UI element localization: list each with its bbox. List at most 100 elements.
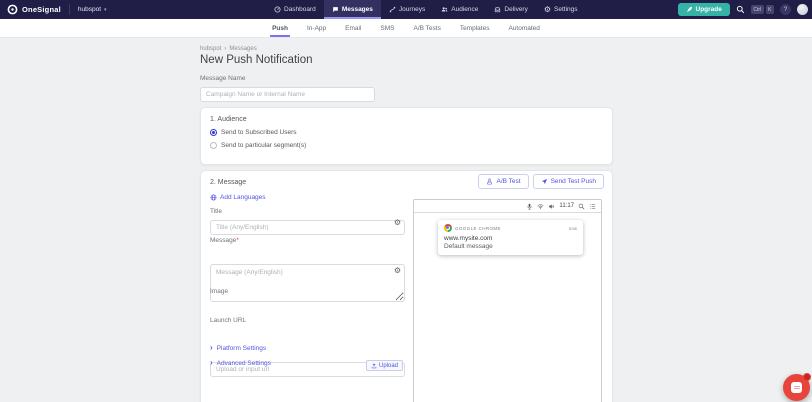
primary-nav: Dashboard Messages Journeys Audience Del… (266, 0, 586, 19)
add-languages-label: Add Languages (220, 194, 266, 201)
tab-in-app[interactable]: In-App (305, 19, 328, 37)
nav-item-messages[interactable]: Messages (323, 0, 381, 19)
audience-icon (441, 6, 448, 13)
send-test-push-button[interactable]: Send Test Push (532, 174, 604, 189)
tab-ab-tests[interactable]: A/B Tests (412, 19, 443, 37)
push-preview-panel: 11:17 GOOGLE CHROME now www.mysite.com D… (413, 199, 602, 402)
chat-widget-icon (791, 382, 802, 393)
list-icon (589, 203, 596, 210)
kbd-ctrl: Ctrl (750, 5, 764, 14)
platform-settings-label: Platform Settings (216, 345, 267, 352)
search-shortcut: Ctrl K (750, 5, 774, 14)
onesignal-logo-icon (7, 4, 18, 15)
radio-send-to-subscribed[interactable]: Send to Subscribed Users (210, 129, 603, 136)
kbd-k: K (765, 5, 774, 14)
breadcrumb: hubspot › Messages (200, 46, 257, 52)
notification-title: www.mysite.com (444, 235, 493, 242)
message-field-wrap: ⚙ (210, 264, 405, 307)
platform-settings-toggle[interactable]: › Platform Settings (210, 343, 267, 353)
nav-item-label: Delivery (504, 6, 528, 13)
notification-body: Default message (444, 243, 493, 250)
nav-item-audience[interactable]: Audience (433, 0, 486, 19)
image-label: Image (210, 288, 229, 295)
send-test-push-label: Send Test Push (550, 178, 596, 185)
add-languages-link[interactable]: Add Languages (210, 194, 266, 201)
messages-subnav: Push In-App Email SMS A/B Tests Template… (0, 19, 812, 38)
required-mark: * (236, 237, 239, 244)
delivery-icon (494, 6, 501, 13)
tab-email[interactable]: Email (343, 19, 363, 37)
title-field-wrap: ⚙ (210, 216, 405, 235)
chrome-icon (444, 224, 452, 232)
top-navigation-bar: OneSignal hubspot ▾ Dashboard Messages J… (0, 0, 812, 19)
launch-url-label: Launch URL (210, 317, 247, 324)
nav-item-dashboard[interactable]: Dashboard (266, 0, 324, 19)
message-name-input[interactable] (200, 87, 375, 102)
chat-notification-badge (803, 373, 811, 381)
brand-name: OneSignal (22, 5, 61, 14)
message-card: 2. Message A/B Test Send Test Push Add L… (200, 170, 613, 402)
tab-automated[interactable]: Automated (506, 19, 541, 37)
radio-send-to-segments[interactable]: Send to particular segment(s) (210, 142, 603, 149)
notification-header: GOOGLE CHROME now (444, 224, 577, 232)
message-name-label: Message Name (200, 75, 246, 82)
tab-push[interactable]: Push (270, 19, 290, 37)
upload-button[interactable]: Upload (365, 360, 403, 371)
nav-item-label: Journeys (398, 6, 426, 13)
upload-icon (371, 362, 377, 369)
preview-clock: 11:17 (559, 203, 574, 209)
search-icon[interactable] (736, 5, 745, 14)
message-label: Message (210, 237, 237, 244)
nav-item-label: Messages (341, 6, 373, 13)
radio-label: Send to particular segment(s) (221, 142, 307, 149)
wifi-icon (537, 203, 544, 210)
help-icon[interactable]: ? (780, 4, 791, 15)
preview-statusbar: 11:17 (414, 200, 601, 213)
page-title: New Push Notification (200, 54, 313, 66)
nav-item-delivery[interactable]: Delivery (486, 0, 535, 19)
message-actions: A/B Test Send Test Push (478, 174, 604, 189)
app-selector-label: hubspot (77, 6, 102, 13)
upgrade-button[interactable]: Upgrade (677, 3, 730, 16)
nav-item-label: Audience (451, 6, 479, 13)
nav-item-label: Settings (554, 6, 578, 13)
radio-unselected-icon (210, 142, 217, 149)
onesignal-brand[interactable]: OneSignal (0, 0, 69, 19)
nav-item-label: Dashboard (284, 6, 316, 13)
upload-label: Upload (378, 362, 398, 369)
flask-icon (486, 178, 493, 185)
tab-sms[interactable]: SMS (378, 19, 396, 37)
chevron-right-icon: › (210, 358, 213, 367)
ab-test-label: A/B Test (496, 178, 521, 185)
title-options-gear-icon[interactable]: ⚙ (394, 219, 401, 227)
message-label-row: Message* (210, 237, 405, 244)
chat-bubble-icon (332, 6, 339, 13)
breadcrumb-section[interactable]: Messages (229, 46, 256, 52)
ab-test-button[interactable]: A/B Test (478, 174, 529, 189)
notification-preview: GOOGLE CHROME now www.mysite.com Default… (438, 220, 583, 255)
tab-templates[interactable]: Templates (458, 19, 492, 37)
globe-icon (210, 194, 217, 201)
message-textarea[interactable] (210, 264, 405, 302)
rocket-icon (686, 6, 693, 13)
nav-item-settings[interactable]: ⚙ Settings (536, 0, 586, 19)
notification-timestamp: now (568, 225, 577, 231)
user-avatar[interactable] (797, 4, 808, 15)
chevron-right-icon: › (210, 343, 213, 352)
title-input[interactable] (210, 220, 405, 235)
advanced-settings-toggle[interactable]: › Advanced Settings (210, 358, 271, 368)
gear-icon: ⚙ (543, 4, 552, 14)
app-selector-dropdown[interactable]: hubspot ▾ (70, 0, 115, 19)
breadcrumb-app[interactable]: hubspot (200, 46, 221, 52)
topnav-right-controls: Upgrade Ctrl K ? (677, 0, 808, 19)
breadcrumb-separator-icon: › (224, 46, 227, 52)
message-options-gear-icon[interactable]: ⚙ (394, 267, 401, 275)
notification-app-name: GOOGLE CHROME (455, 225, 501, 231)
nav-item-journeys[interactable]: Journeys (381, 0, 433, 19)
gauge-icon (274, 6, 281, 13)
upgrade-label: Upgrade (695, 6, 722, 13)
message-name-field-wrap (200, 83, 375, 102)
caret-down-icon: ▾ (104, 6, 107, 13)
microphone-icon (526, 203, 533, 210)
support-chat-launcher[interactable] (783, 373, 811, 401)
